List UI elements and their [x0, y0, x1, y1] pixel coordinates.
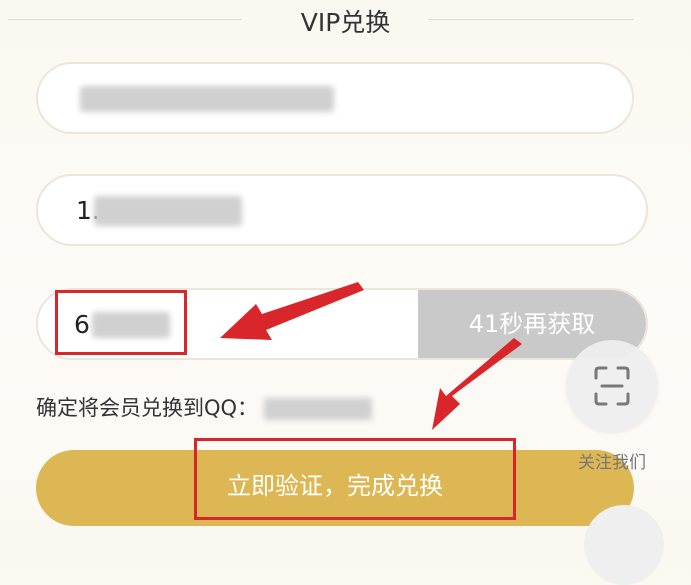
- scan-button[interactable]: [566, 340, 658, 432]
- scan-icon: [594, 366, 630, 406]
- annotation-arrows: [220, 282, 522, 430]
- floating-button-partial[interactable]: [584, 505, 664, 585]
- follow-us-label[interactable]: 关注我们: [566, 448, 658, 473]
- arrow-to-code-input: [220, 282, 364, 340]
- arrow-to-submit-button: [432, 338, 522, 430]
